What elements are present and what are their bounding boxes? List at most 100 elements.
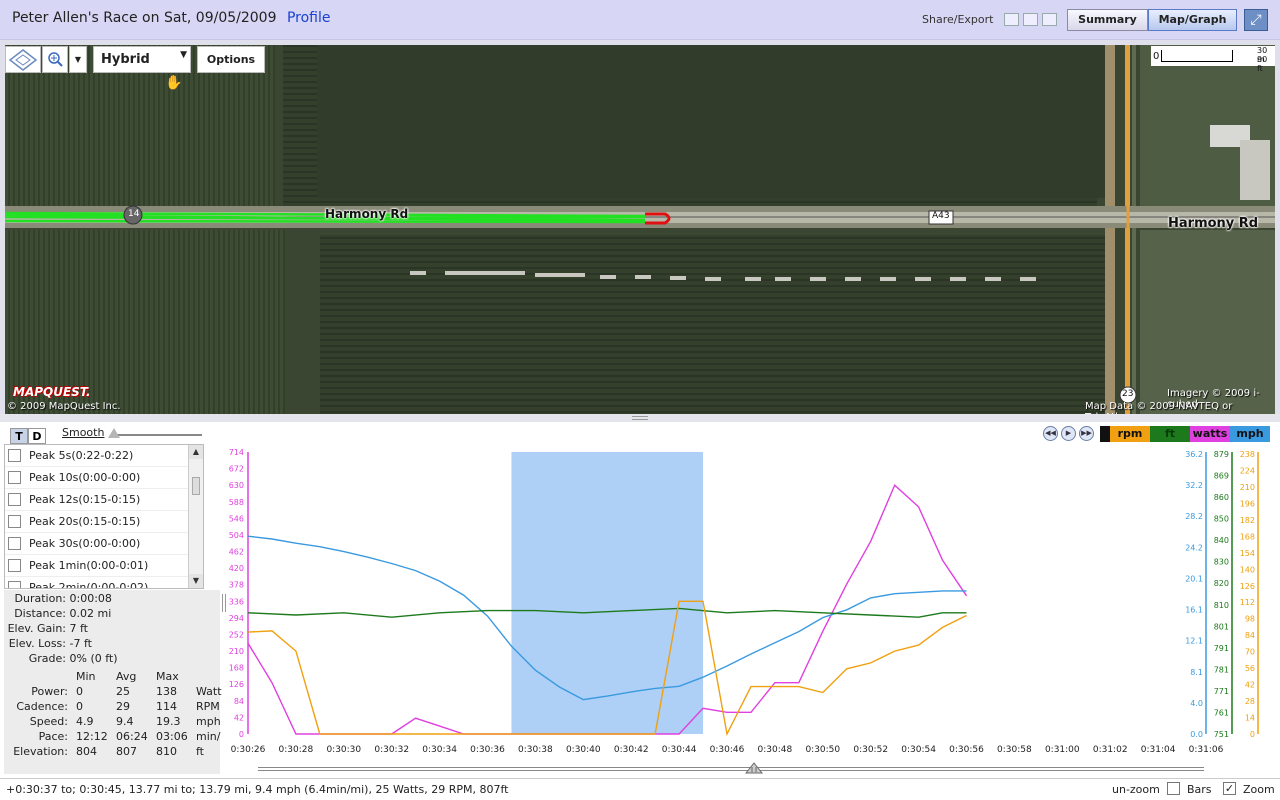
peak-row[interactable]: Peak 12s(0:15-0:15) [5, 489, 203, 511]
stat-label: Power: [31, 685, 68, 698]
status-bar: +0:30:37 to; 0:30:45, 13.77 mi to; 13.79… [0, 778, 1280, 800]
elev-loss-value: -7 ft [69, 637, 92, 650]
expand-icon[interactable]: ⤢ [1244, 9, 1268, 31]
stat-label: Pace: [38, 730, 68, 743]
ft-tick-label: 820 [1214, 579, 1229, 588]
splitter-grip-icon[interactable] [632, 416, 648, 420]
scale-zero: 0 [1153, 51, 1160, 62]
satellite-imagery [5, 45, 1275, 414]
peak-checkbox[interactable] [8, 559, 21, 572]
peak-checkbox[interactable] [8, 449, 21, 462]
grade-value: 0% (0 ft) [69, 652, 118, 665]
peak-row[interactable]: Peak 1min(0:00-0:01) [5, 555, 203, 577]
x-tick-label: 0:30:48 [758, 745, 793, 755]
peak-row[interactable]: Peak 20s(0:15-0:15) [5, 511, 203, 533]
graph-area[interactable]: 714 672 630 588 546 504 462 420 378 336 294 252 210 1… [224, 422, 1280, 778]
unzoom-link[interactable]: un-zoom [1112, 783, 1160, 796]
range-scrollbar[interactable] [258, 767, 1204, 771]
pan-control-icon[interactable] [5, 46, 41, 73]
mph-tick-label: 16.1 [1185, 606, 1203, 615]
watts-tick-label: 672 [229, 465, 244, 474]
watts-tick-label: 126 [229, 680, 244, 689]
smooth-slider-track[interactable] [112, 434, 202, 436]
scroll-down-icon[interactable]: ▼ [189, 574, 203, 588]
distance-axis-button[interactable]: D [28, 428, 46, 444]
legend: rpm ft watts mph [1110, 426, 1270, 442]
peak-row[interactable]: Peak 2min(0:00-0:02) [5, 577, 203, 588]
play-icon[interactable]: ▶ [1061, 426, 1076, 441]
mph-tick-label: 8.1 [1190, 668, 1203, 677]
scroll-up-icon[interactable]: ▲ [189, 445, 203, 459]
line-chart[interactable]: 7146726305885465044624203783362942522101… [224, 422, 1280, 778]
rpm-tick-label: 98 [1245, 615, 1255, 624]
rpm-tick-label: 28 [1245, 697, 1255, 706]
stat-unit: RPM [196, 700, 220, 713]
profile-link[interactable]: Profile [287, 10, 331, 26]
peak-checkbox[interactable] [8, 515, 21, 528]
road-label-1: Harmony Rd [325, 207, 409, 221]
peak-label: Peak 1min(0:00-0:01) [29, 559, 149, 572]
peak-checkbox[interactable] [8, 537, 21, 550]
stat-avg: 807 [116, 745, 137, 758]
layout-wide-icon[interactable] [1042, 13, 1057, 26]
mph-tick-label: 4.0 [1190, 699, 1203, 708]
summary-tab[interactable]: Summary [1067, 9, 1148, 31]
bars-checkbox[interactable] [1167, 782, 1180, 795]
rpm-tick-label: 0 [1250, 730, 1255, 739]
peak-checkbox[interactable] [8, 493, 21, 506]
zoom-checkbox[interactable]: ✓ [1223, 782, 1236, 795]
zoom-in-icon[interactable] [42, 46, 68, 73]
peak-row[interactable]: Peak 30s(0:00-0:00) [5, 533, 203, 555]
legend-rpm[interactable]: rpm [1110, 426, 1150, 442]
x-tick-label: 0:31:00 [1045, 745, 1080, 755]
rpm-tick-label: 56 [1245, 664, 1255, 673]
stat-max: 114 [156, 700, 177, 713]
rpm-tick-label: 84 [1245, 631, 1255, 640]
map-view[interactable]: ▼ Hybrid ▼ Options 0 30 m 90 ft Harmony … [5, 45, 1275, 414]
layout-stacked-icon[interactable] [1004, 13, 1019, 26]
rewind-icon[interactable]: ◀◀ [1043, 426, 1058, 441]
peak-row[interactable]: Peak 5s(0:22-0:22) [5, 445, 203, 467]
range-thumb-icon[interactable] [744, 762, 764, 774]
rpm-tick-label: 168 [1240, 532, 1255, 541]
x-tick-label: 0:30:44 [662, 745, 697, 755]
smooth-slider-thumb[interactable] [108, 428, 120, 438]
watts-tick-label: 588 [229, 498, 244, 507]
ft-tick-label: 791 [1214, 644, 1229, 653]
panel-splitter[interactable] [0, 414, 1280, 422]
ft-tick-label: 801 [1214, 622, 1229, 631]
legend-ft[interactable]: ft [1150, 426, 1190, 442]
rpm-tick-label: 112 [1240, 598, 1255, 607]
stat-avg: 25 [116, 685, 130, 698]
legend-watts[interactable]: watts [1190, 426, 1230, 442]
fast-forward-icon[interactable]: ▶▶ [1079, 426, 1094, 441]
peak-checkbox[interactable] [8, 471, 21, 484]
peak-checkbox[interactable] [8, 581, 21, 588]
map-type-select[interactable]: Hybrid ▼ [93, 46, 191, 73]
app-root: Peter Allen's Race on Sat, 09/05/2009 Pr… [0, 0, 1280, 800]
watts-tick-label: 294 [229, 614, 244, 623]
header-bar: Peter Allen's Race on Sat, 09/05/2009 Pr… [0, 0, 1280, 40]
ft-tick-label: 810 [1214, 601, 1229, 610]
ft-tick-label: 761 [1214, 708, 1229, 717]
time-axis-button[interactable]: T [10, 428, 28, 444]
ft-tick-label: 751 [1214, 730, 1229, 739]
rpm-tick-label: 126 [1240, 582, 1255, 591]
map-credit-left: © 2009 MapQuest Inc. [7, 401, 121, 412]
peaks-scrollbar[interactable]: ▲ ▼ [188, 445, 203, 588]
scroll-thumb[interactable] [192, 477, 200, 495]
x-tick-label: 0:31:02 [1093, 745, 1128, 755]
peak-label: Peak 10s(0:00-0:00) [29, 471, 141, 484]
stat-label: Cadence: [16, 700, 68, 713]
layout-split-icon[interactable] [1023, 13, 1038, 26]
grade-label: Grade: [28, 652, 66, 665]
scale-feet: 90 ft [1257, 55, 1268, 73]
peak-row[interactable]: Peak 10s(0:00-0:00) [5, 467, 203, 489]
zoom-dropdown-icon[interactable]: ▼ [69, 46, 87, 73]
map-graph-tab[interactable]: Map/Graph [1148, 9, 1237, 31]
legend-mph[interactable]: mph [1230, 426, 1270, 442]
options-button[interactable]: Options [197, 46, 265, 73]
share-export-link[interactable]: Share/Export [922, 13, 993, 26]
route-marker-a43: A43 [932, 211, 950, 221]
x-tick-label: 0:30:58 [997, 745, 1032, 755]
